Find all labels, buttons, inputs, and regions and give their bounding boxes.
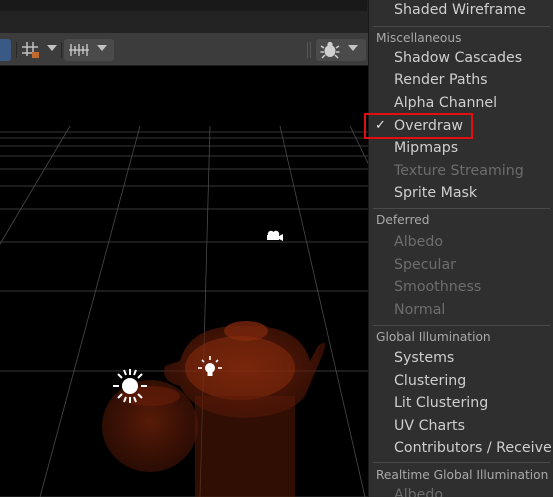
menu-item-realtime-albedo: Albedo	[394, 487, 444, 497]
grid-snap-dropdown-caret[interactable]	[47, 45, 57, 51]
menu-item-shaded-wireframe[interactable]: Shaded Wireframe	[369, 0, 553, 21]
ruler-dropdown-caret[interactable]	[97, 45, 107, 51]
menu-section-header-realtime-gi: Realtime Global Illumination	[376, 468, 549, 482]
menu-item-sprite-mask[interactable]: Sprite Mask	[369, 182, 553, 204]
menu-item-clustering[interactable]: Clustering	[369, 370, 553, 392]
menu-divider	[373, 462, 550, 463]
menu-item-mipmaps[interactable]: Mipmaps	[369, 137, 553, 159]
menu-section-header-miscellaneous: Miscellaneous	[376, 31, 462, 45]
tab-bar-background	[0, 0, 367, 11]
menu-section-header-global-illumination: Global Illumination	[376, 330, 491, 344]
camera-gizmo[interactable]	[267, 230, 283, 241]
menu-item-systems[interactable]: Systems	[369, 347, 553, 369]
menu-item-uv-charts[interactable]: UV Charts	[369, 415, 553, 437]
overdraw-highlight-box	[364, 113, 473, 139]
menu-item-render-paths[interactable]: Render Paths	[369, 69, 553, 91]
draw-mode-menu: Shaded Wireframe Miscellaneous Shadow Ca…	[368, 0, 553, 497]
menu-item-alpha-channel[interactable]: Alpha Channel	[369, 92, 553, 114]
menu-section-header-deferred: Deferred	[376, 213, 430, 227]
toolbar-separator	[61, 42, 62, 58]
menu-item-shadow-cascades[interactable]: Shadow Cascades	[369, 47, 553, 69]
toolbar-separator	[16, 42, 17, 58]
menu-item-lit-clustering[interactable]: Lit Clustering	[369, 392, 553, 414]
menu-item-smoothness: Smoothness	[394, 279, 482, 295]
gizmos-dropdown-caret[interactable]	[348, 45, 358, 51]
menu-item-contributors-receivers[interactable]: Contributors / Receivers	[369, 437, 553, 459]
point-light-gizmo[interactable]	[113, 369, 147, 403]
menu-item-texture-streaming: Texture Streaming	[394, 163, 524, 179]
toolbar-grip-right	[310, 42, 311, 58]
menu-item-specular: Specular	[394, 257, 457, 273]
menu-item-normal: Normal	[394, 302, 446, 318]
gizmos-bug-icon[interactable]	[318, 39, 342, 61]
ruler-icon[interactable]	[67, 39, 91, 61]
toolbar-toggle-button[interactable]	[0, 39, 11, 61]
menu-item-albedo: Albedo	[394, 234, 444, 250]
grid-snap-icon[interactable]	[20, 39, 42, 61]
toolbar-grip-left	[307, 42, 308, 58]
overdraw-teapot-left[interactable]	[102, 380, 198, 472]
